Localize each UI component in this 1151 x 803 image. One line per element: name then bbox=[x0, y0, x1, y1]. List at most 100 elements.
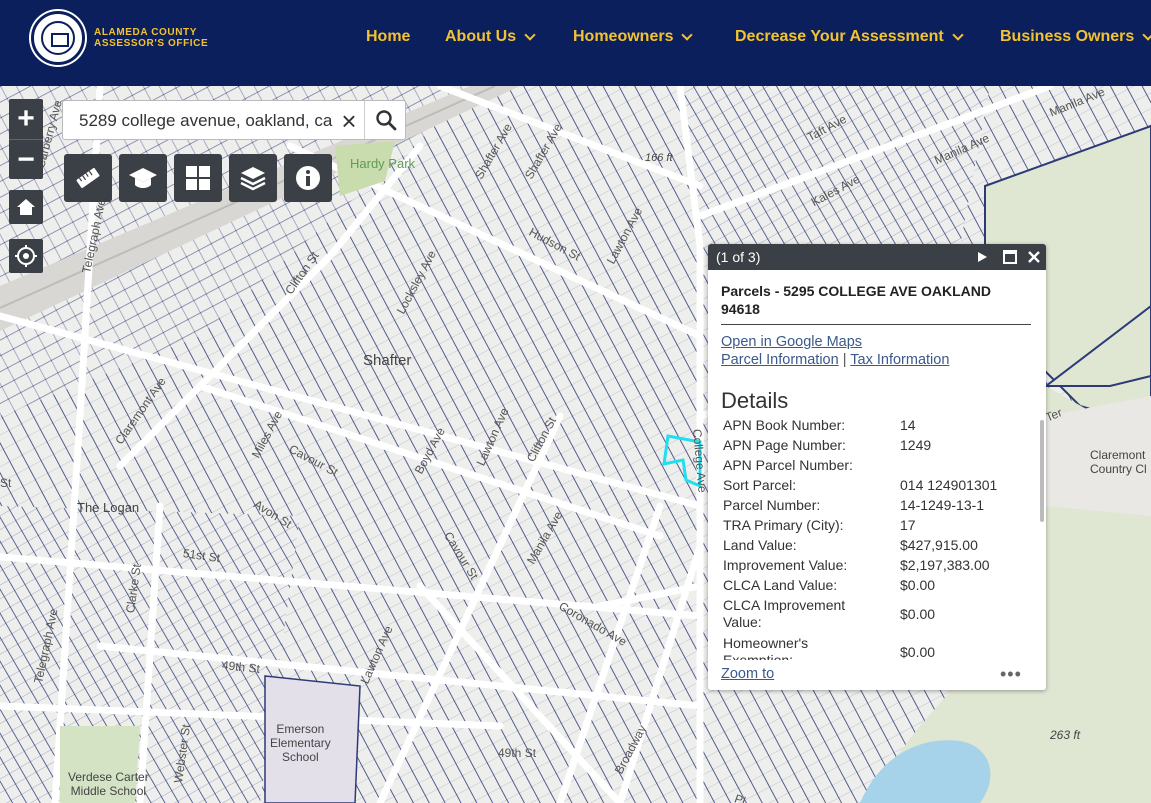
detail-row: APN Parcel Number: bbox=[723, 455, 1043, 475]
detail-value: $0.00 bbox=[900, 644, 936, 660]
detail-row: Improvement Value: $2,197,383.00 bbox=[723, 555, 1043, 575]
locate-icon bbox=[15, 245, 37, 267]
nav-decrease-assessment[interactable]: Decrease Your Assessment bbox=[735, 25, 964, 49]
county-seal-logo[interactable] bbox=[31, 11, 85, 65]
layers-button[interactable] bbox=[229, 154, 277, 202]
nav-about-us-label: About Us bbox=[445, 28, 517, 45]
popup-content[interactable]: Parcels - 5295 COLLEGE AVE OAKLAND 94618… bbox=[708, 270, 1046, 660]
zoom-controls: + − bbox=[9, 99, 43, 179]
detail-row: Sort Parcel: 014 124901301 bbox=[723, 475, 1043, 495]
search-button[interactable] bbox=[364, 101, 406, 139]
logo-line-1: ALAMEDA COUNTY bbox=[94, 27, 198, 38]
detail-value: 14 bbox=[900, 417, 916, 433]
google-maps-link[interactable]: Open in Google Maps bbox=[721, 334, 862, 350]
popup-scrollbar-thumb[interactable] bbox=[1040, 420, 1044, 522]
detail-row: TRA Primary (City): 17 bbox=[723, 515, 1043, 535]
detail-row: APN Book Number: 14 bbox=[723, 415, 1043, 435]
maximize-icon bbox=[1003, 250, 1017, 264]
elevation-label: 166 ft bbox=[645, 152, 673, 164]
chevron-down-icon bbox=[681, 28, 694, 41]
detail-key: Land Value: bbox=[723, 536, 797, 553]
zoom-to-button[interactable]: Zoom to bbox=[721, 666, 774, 682]
detail-value: $427,915.00 bbox=[900, 537, 978, 553]
detail-row: Land Value: $427,915.00 bbox=[723, 535, 1043, 555]
detail-value: $0.00 bbox=[900, 577, 936, 593]
chevron-down-icon bbox=[952, 28, 964, 41]
site-logo-text[interactable]: ALAMEDA COUNTY ASSESSOR'S OFFICE bbox=[94, 27, 208, 49]
play-next-icon bbox=[978, 252, 987, 262]
next-feature-button[interactable] bbox=[972, 247, 992, 267]
elevation-label: 263 ft bbox=[1050, 728, 1081, 742]
layers-icon bbox=[240, 167, 266, 191]
address-search: × bbox=[62, 100, 406, 140]
clear-search-button[interactable]: × bbox=[335, 107, 363, 135]
club-label: Claremont Country Cl bbox=[1090, 448, 1147, 476]
detail-key: Sort Parcel: bbox=[723, 476, 797, 493]
locate-button[interactable] bbox=[9, 239, 43, 273]
divider bbox=[721, 324, 1031, 325]
detail-value: $0.00 bbox=[900, 606, 936, 622]
detail-value: 014 124901301 bbox=[900, 477, 998, 493]
nav-home[interactable]: Home bbox=[366, 25, 410, 49]
education-icon bbox=[129, 168, 157, 188]
close-popup-button[interactable] bbox=[1024, 247, 1044, 267]
detail-key: CLCA Land Value: bbox=[723, 576, 838, 593]
maximize-popup-button[interactable] bbox=[1000, 247, 1020, 267]
detail-row: Homeowner's Exemption: $0.00 bbox=[723, 633, 1043, 660]
detail-key: TRA Primary (City): bbox=[723, 516, 844, 533]
basemap-gallery-button[interactable] bbox=[174, 154, 222, 202]
detail-key: Improvement Value: bbox=[723, 556, 848, 573]
basemap-grid-icon bbox=[186, 166, 210, 190]
home-icon bbox=[17, 199, 35, 215]
detail-row: CLCA Improvement Value: $0.00 bbox=[723, 595, 1043, 633]
zoom-out-button[interactable]: − bbox=[9, 139, 43, 179]
detail-value: 17 bbox=[900, 517, 916, 533]
school-label: Verdese Carter Middle School bbox=[68, 770, 149, 798]
street-label: St bbox=[0, 476, 12, 490]
detail-value: $2,197,383.00 bbox=[900, 557, 990, 573]
popup-pager: (1 of 3) bbox=[716, 249, 761, 265]
site-header: ALAMEDA COUNTY ASSESSOR'S OFFICE Home Ab… bbox=[0, 0, 1151, 86]
nav-business-owners-label: Business Owners bbox=[1000, 28, 1135, 45]
tax-information-link[interactable]: Tax Information bbox=[850, 352, 949, 368]
education-button[interactable] bbox=[119, 154, 167, 202]
zoom-in-button[interactable]: + bbox=[9, 99, 43, 139]
popup-header: (1 of 3) bbox=[708, 244, 1046, 270]
detail-key: Parcel Number: bbox=[723, 496, 821, 513]
logo-line-2: ASSESSOR'S OFFICE bbox=[94, 38, 209, 49]
measure-button[interactable] bbox=[64, 154, 112, 202]
details-heading: Details bbox=[721, 388, 789, 413]
search-input[interactable] bbox=[69, 108, 333, 134]
detail-key: CLCA Improvement Value: bbox=[723, 597, 846, 630]
detail-row: APN Page Number: 1249 bbox=[723, 435, 1043, 455]
detail-row: CLCA Land Value: $0.00 bbox=[723, 575, 1043, 595]
nav-decrease-assessment-label: Decrease Your Assessment bbox=[735, 28, 944, 45]
park-label: Hardy Park bbox=[350, 156, 416, 171]
detail-key: APN Page Number: bbox=[723, 436, 846, 453]
popup-links: Open in Google Maps Parcel Information |… bbox=[721, 333, 949, 369]
about-button[interactable] bbox=[284, 154, 332, 202]
details-table: APN Book Number: 14 APN Page Number: 1249 … bbox=[723, 415, 1043, 661]
nav-business-owners[interactable]: Business Owners bbox=[1000, 25, 1151, 49]
nav-homeowners[interactable]: Homeowners bbox=[573, 25, 694, 49]
popup-title: Parcels - 5295 COLLEGE AVE OAKLAND 94618 bbox=[721, 283, 991, 317]
more-actions-button[interactable]: ••• bbox=[1000, 664, 1022, 685]
place-label: The Logan bbox=[77, 500, 140, 515]
link-separator: | bbox=[842, 352, 847, 368]
search-icon bbox=[375, 110, 396, 131]
neighborhood-label: Shafter bbox=[363, 352, 412, 369]
parcel-information-link[interactable]: Parcel Information bbox=[721, 352, 839, 368]
nav-home-label: Home bbox=[366, 28, 411, 45]
street-label: 49th St bbox=[498, 746, 537, 760]
parcel-popup: (1 of 3) Parcels - 5295 COLLEGE AVE OAKL… bbox=[708, 244, 1046, 690]
detail-key: APN Book Number: bbox=[723, 416, 846, 433]
detail-value: 14-1249-13-1 bbox=[900, 497, 985, 513]
nav-about-us[interactable]: About Us bbox=[445, 25, 536, 49]
home-extent-button[interactable] bbox=[9, 190, 43, 224]
detail-value: 1249 bbox=[900, 437, 932, 453]
detail-key: APN Parcel Number: bbox=[723, 456, 853, 473]
chevron-down-icon bbox=[524, 28, 536, 41]
close-icon: × bbox=[341, 106, 357, 136]
popup-footer: Zoom to ••• bbox=[708, 662, 1046, 690]
detail-key: Homeowner's Exemption: bbox=[723, 635, 809, 660]
